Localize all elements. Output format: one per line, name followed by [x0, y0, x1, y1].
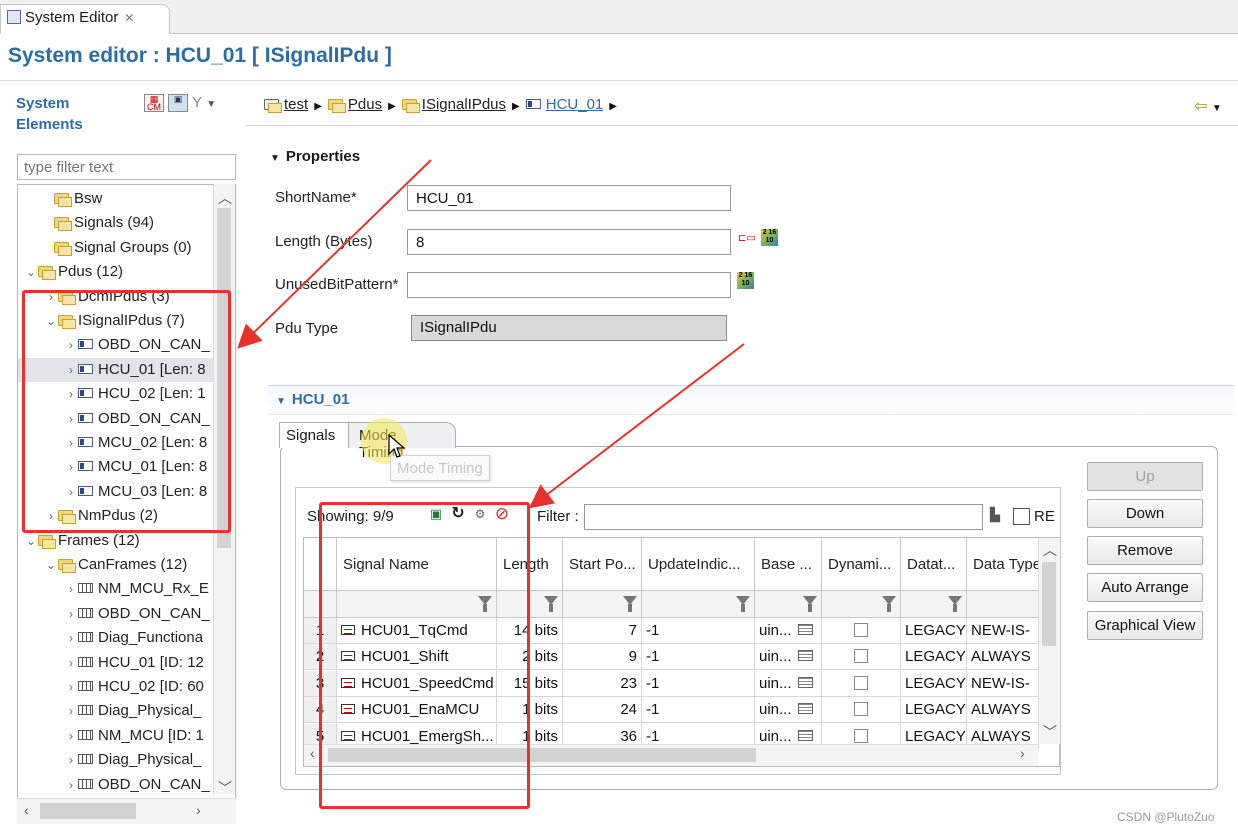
watermark: CSDN @PlutoZuo: [1117, 810, 1215, 824]
tab-signals[interactable]: Signals: [279, 422, 349, 448]
annotation-arrow: [528, 343, 745, 509]
annotation-arrows: [237, 159, 745, 509]
annotation-arrow: [237, 159, 432, 349]
